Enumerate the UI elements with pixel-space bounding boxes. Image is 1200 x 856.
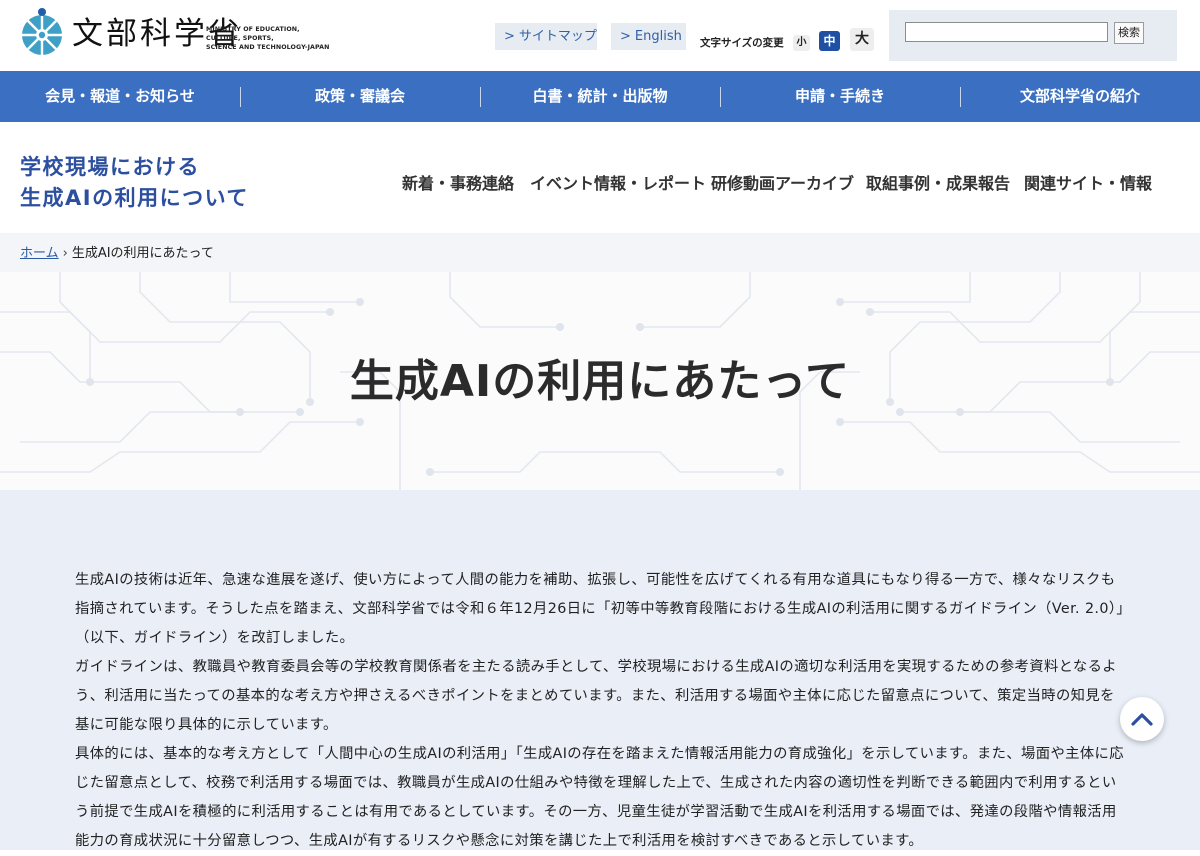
sitemap-label: サイトマップ: [518, 29, 597, 44]
search-box: 検索: [889, 10, 1177, 61]
chevron-up-icon: [1131, 713, 1153, 726]
site-title-line1: 学校現場における: [20, 155, 200, 179]
paragraph-1: 生成AIの技術は近年、急速な進展を遂げ、使い方によって人間の能力を補助、拡張し、…: [75, 572, 1124, 646]
font-size-large-button[interactable]: 大: [850, 28, 874, 51]
subnav-news[interactable]: 新着・事務連絡: [402, 170, 514, 194]
site-title-line2: 生成AIの利用について: [20, 186, 249, 210]
breadcrumb-separator: ›: [62, 246, 68, 261]
site-subheader: 学校現場における 生成AIの利用について 新着・事務連絡 イベント情報・レポート…: [0, 122, 1200, 233]
breadcrumb: ホーム › 生成AIの利用にあたって: [0, 233, 1200, 272]
english-label: English: [634, 29, 682, 44]
back-to-top-button[interactable]: [1120, 697, 1164, 741]
intro-text: 生成AIの技術は近年、急速な進展を遂げ、使い方によって人間の能力を補助、拡張し、…: [75, 566, 1127, 856]
gnav-item-applications[interactable]: 申請・手続き: [720, 71, 960, 122]
arrow-right-icon: >: [504, 29, 515, 44]
global-nav: 会見・報道・お知らせ 政策・審議会 白書・統計・出版物 申請・手続き 文部科学省…: [0, 71, 1200, 122]
mext-logo[interactable]: 文部科学省 MINISTRY OF EDUCATION, CULTURE, SP…: [20, 6, 340, 62]
gnav-item-press[interactable]: 会見・報道・お知らせ: [0, 71, 240, 122]
gnav-item-policy[interactable]: 政策・審議会: [240, 71, 480, 122]
font-size-small-button[interactable]: 小: [793, 35, 810, 51]
site-title-link[interactable]: 学校現場における 生成AIの利用について: [20, 152, 249, 214]
font-size-label: 文字サイズの変更: [700, 37, 784, 49]
logo-english-text: MINISTRY OF EDUCATION, CULTURE, SPORTS, …: [206, 26, 330, 52]
english-link[interactable]: > English: [611, 23, 686, 50]
paragraph-3: 具体的には、基本的な考え方として「人間中心の生成AIの利活用」「生成AIの存在を…: [75, 746, 1124, 849]
search-button[interactable]: 検索: [1114, 22, 1144, 44]
arrow-right-icon: >: [620, 29, 631, 44]
font-size-medium-button[interactable]: 中: [819, 31, 840, 51]
paragraph-2: ガイドラインは、教職員や教育委員会等の学校教育関係者を主たる読み手として、学校現…: [75, 659, 1117, 733]
breadcrumb-current: 生成AIの利用にあたって: [71, 246, 214, 261]
page-hero: 生成AIの利用にあたって: [0, 272, 1200, 490]
site-header: 文部科学省 MINISTRY OF EDUCATION, CULTURE, SP…: [0, 0, 1200, 71]
page-title: 生成AIの利用にあたって: [349, 356, 851, 407]
subnav-videos[interactable]: 研修動画アーカイブ: [711, 170, 854, 194]
mext-logo-mark-icon: [22, 8, 62, 55]
main-content: 生成AIの技術は近年、急速な進展を遂げ、使い方によって人間の能力を補助、拡張し、…: [0, 490, 1200, 850]
gnav-item-about[interactable]: 文部科学省の紹介: [960, 71, 1200, 122]
breadcrumb-home-link[interactable]: ホーム: [20, 246, 59, 261]
gnav-item-publications[interactable]: 白書・統計・出版物: [480, 71, 720, 122]
search-input[interactable]: [905, 22, 1108, 42]
subnav-cases[interactable]: 取組事例・成果報告: [866, 170, 1010, 194]
subnav-related[interactable]: 関連サイト・情報: [1024, 170, 1152, 194]
sitemap-link[interactable]: > サイトマップ: [495, 23, 597, 50]
subnav-events[interactable]: イベント情報・レポート: [530, 170, 706, 194]
